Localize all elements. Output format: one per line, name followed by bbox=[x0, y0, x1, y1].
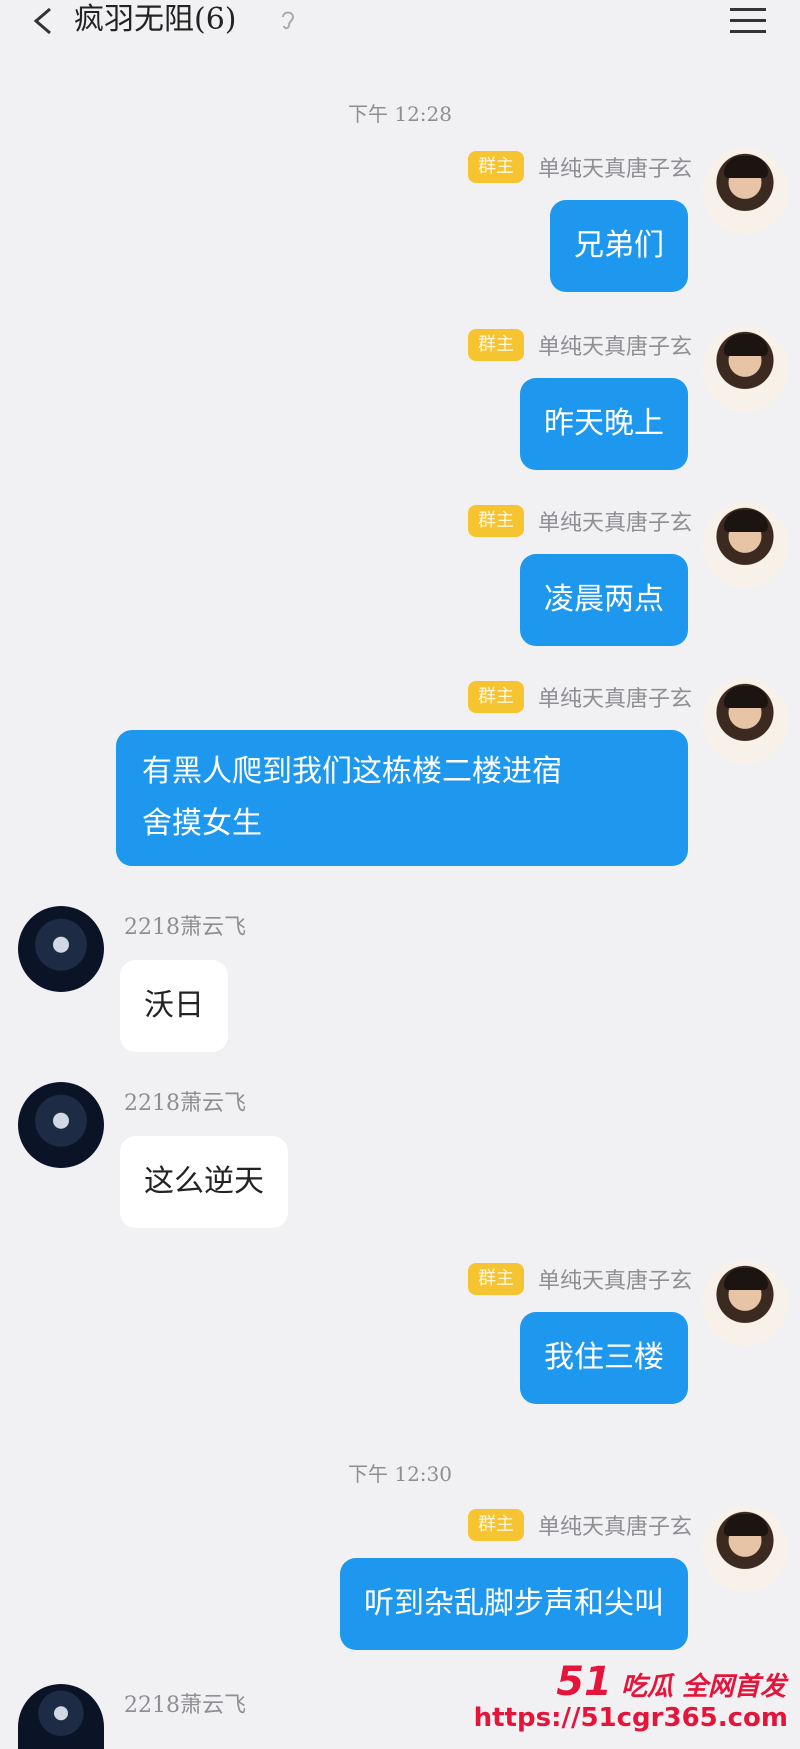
sender-meta: 2218萧云飞 bbox=[124, 908, 246, 942]
sender-meta: 群主 单纯天真唐子玄 bbox=[467, 150, 692, 184]
timestamp: 下午 12:28 bbox=[0, 98, 800, 127]
owner-badge: 群主 bbox=[467, 151, 524, 183]
sender-name: 2218萧云飞 bbox=[124, 915, 246, 940]
owner-badge: 群主 bbox=[467, 505, 524, 537]
owner-badge: 群主 bbox=[467, 329, 524, 361]
sender-name: 单纯天真唐子玄 bbox=[537, 511, 692, 536]
avatar[interactable] bbox=[18, 906, 104, 992]
avatar[interactable] bbox=[18, 1684, 104, 1749]
hamburger-menu-icon[interactable] bbox=[728, 4, 768, 36]
sender-meta: 2218萧云飞 bbox=[124, 1686, 246, 1720]
message-bubble[interactable]: 我住三楼 bbox=[520, 1312, 688, 1404]
chat-title: 疯羽无阻(6) bbox=[74, 2, 237, 37]
sender-meta: 群主 单纯天真唐子玄 bbox=[467, 1262, 692, 1296]
owner-badge: 群主 bbox=[467, 1263, 524, 1295]
sender-name: 单纯天真唐子玄 bbox=[537, 157, 692, 182]
sender-meta: 群主 单纯天真唐子玄 bbox=[467, 1508, 692, 1542]
chat-header: 疯羽无阻(6) bbox=[0, 0, 800, 44]
message-bubble[interactable]: 有黑人爬到我们这栋楼二楼进宿 舍摸女生 bbox=[116, 730, 688, 866]
sender-meta: 群主 单纯天真唐子玄 bbox=[467, 328, 692, 362]
watermark-text: 吃瓜 全网首发 bbox=[620, 1672, 786, 1702]
sender-meta: 群主 单纯天真唐子玄 bbox=[467, 504, 692, 538]
sender-name: 单纯天真唐子玄 bbox=[537, 1515, 692, 1540]
sender-meta: 2218萧云飞 bbox=[124, 1084, 246, 1118]
avatar[interactable] bbox=[702, 1506, 788, 1592]
message-bubble[interactable]: 凌晨两点 bbox=[520, 554, 688, 646]
sender-name: 2218萧云飞 bbox=[124, 1693, 246, 1718]
timestamp-label: 下午 12:28 bbox=[348, 102, 452, 126]
message-bubble[interactable]: 沃日 bbox=[120, 960, 228, 1052]
avatar[interactable] bbox=[702, 148, 788, 234]
avatar[interactable] bbox=[702, 1260, 788, 1346]
sender-name: 2218萧云飞 bbox=[124, 1091, 246, 1116]
message-bubble[interactable]: 昨天晚上 bbox=[520, 378, 688, 470]
watermark-number: 51 bbox=[556, 1659, 612, 1705]
owner-badge: 群主 bbox=[467, 681, 524, 713]
message-bubble[interactable]: 兄弟们 bbox=[550, 200, 688, 292]
avatar[interactable] bbox=[702, 502, 788, 588]
owner-badge: 群主 bbox=[467, 1509, 524, 1541]
ear-icon bbox=[282, 11, 295, 30]
message-bubble[interactable]: 听到杂乱脚步声和尖叫 bbox=[340, 1558, 688, 1650]
watermark: 51 吃瓜 全网首发 https://51cgr365.com bbox=[474, 1659, 788, 1739]
sender-name: 单纯天真唐子玄 bbox=[537, 687, 692, 712]
watermark-brand: 51 吃瓜 全网首发 bbox=[556, 1659, 786, 1705]
message-line: 舍摸女生 bbox=[142, 806, 262, 841]
avatar[interactable] bbox=[702, 326, 788, 412]
avatar[interactable] bbox=[18, 1082, 104, 1168]
timestamp: 下午 12:30 bbox=[0, 1458, 800, 1487]
sender-name: 单纯天真唐子玄 bbox=[537, 1269, 692, 1294]
sender-name: 单纯天真唐子玄 bbox=[537, 335, 692, 360]
chevron-left-icon[interactable] bbox=[28, 6, 58, 36]
watermark-url: https://51cgr365.com bbox=[473, 1703, 788, 1733]
timestamp-label: 下午 12:30 bbox=[348, 1462, 452, 1486]
message-line: 有黑人爬到我们这栋楼二楼进宿 bbox=[142, 754, 562, 789]
message-bubble[interactable]: 这么逆天 bbox=[120, 1136, 288, 1228]
avatar[interactable] bbox=[702, 678, 788, 764]
sender-meta: 群主 单纯天真唐子玄 bbox=[467, 680, 692, 714]
